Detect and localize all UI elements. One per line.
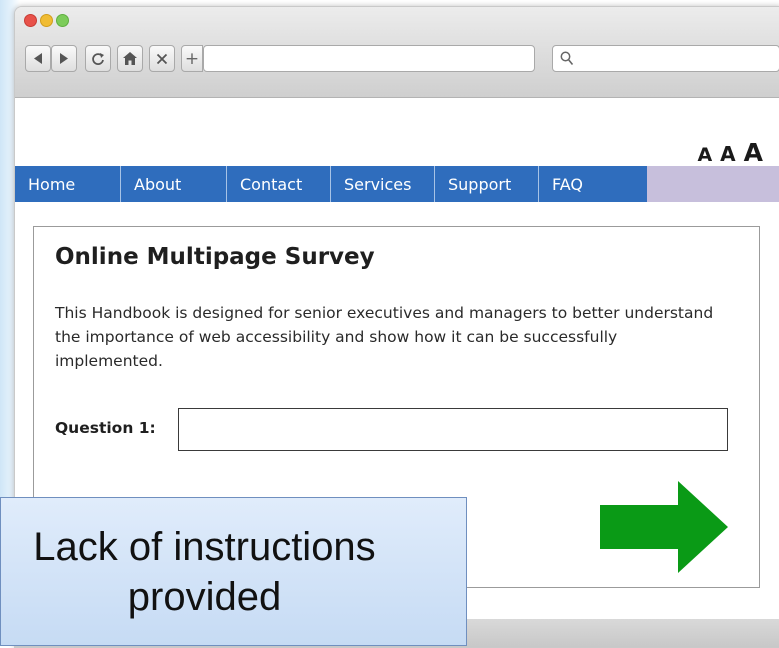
main-menu: Home About Contact Services Support FAQ <box>15 166 647 202</box>
minimize-window-button[interactable] <box>40 14 53 27</box>
menu-item-contact[interactable]: Contact <box>227 166 331 202</box>
forward-arrow-icon <box>60 53 68 64</box>
text-size-controls: A A A <box>697 138 763 167</box>
browser-toolbar: + <box>15 7 779 98</box>
home-button[interactable] <box>117 45 143 72</box>
annotation-callout: Lack of instructions provided <box>0 497 467 646</box>
forward-button[interactable] <box>51 45 77 72</box>
home-icon <box>123 52 137 65</box>
reload-button[interactable] <box>85 45 111 72</box>
search-field[interactable] <box>552 45 779 72</box>
new-tab-button[interactable]: + <box>181 45 203 72</box>
search-icon <box>560 51 574 66</box>
page-title: Online Multipage Survey <box>55 244 375 270</box>
menu-item-services[interactable]: Services <box>331 166 435 202</box>
question-1-input[interactable] <box>178 408 728 451</box>
reload-icon <box>92 52 104 65</box>
menu-item-about[interactable]: About <box>121 166 227 202</box>
survey-description: This Handbook is designed for senior exe… <box>55 304 714 370</box>
menu-item-support[interactable]: Support <box>435 166 539 202</box>
question-1-label: Question 1: <box>55 419 156 437</box>
back-arrow-icon <box>34 53 42 64</box>
next-arrow-icon[interactable] <box>600 481 728 573</box>
text-size-large-button[interactable]: A <box>744 138 763 167</box>
close-window-button[interactable] <box>24 14 37 27</box>
navigation-bar: Home About Contact Services Support FAQ <box>15 166 779 202</box>
text-size-small-button[interactable]: A <box>697 144 712 166</box>
back-button[interactable] <box>25 45 51 72</box>
close-icon <box>156 53 168 64</box>
stop-button[interactable] <box>149 45 175 72</box>
menu-item-home[interactable]: Home <box>15 166 121 202</box>
callout-text: Lack of instructions provided <box>33 524 376 619</box>
text-size-medium-button[interactable]: A <box>720 142 735 166</box>
zoom-window-button[interactable] <box>56 14 69 27</box>
address-bar[interactable] <box>203 45 535 72</box>
menu-item-faq[interactable]: FAQ <box>539 166 647 202</box>
